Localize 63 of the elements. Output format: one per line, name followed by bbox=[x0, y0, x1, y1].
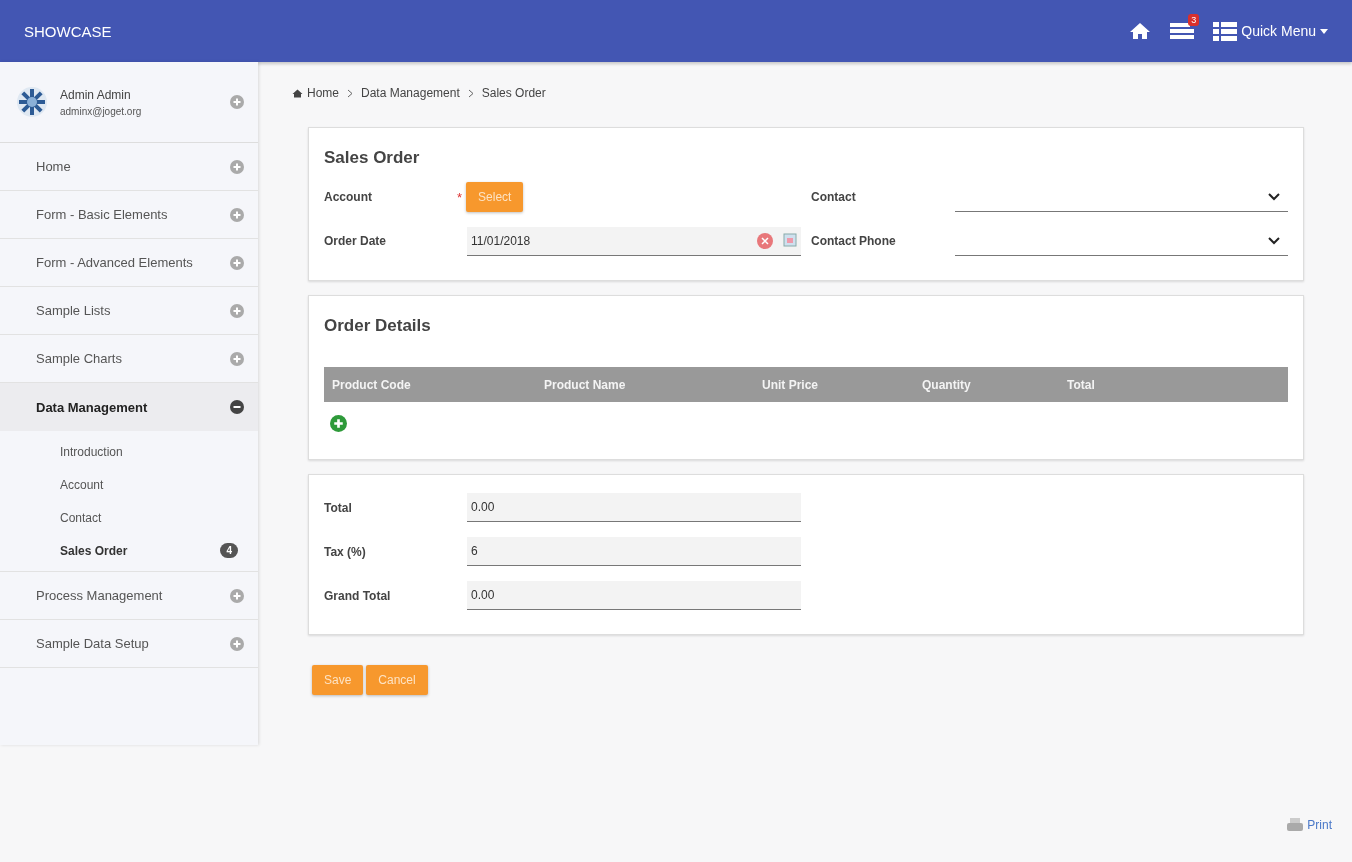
number-field[interactable]: 0.00 bbox=[467, 581, 801, 610]
user-name: Admin Admin bbox=[60, 87, 132, 102]
field-label: Contact Phone bbox=[811, 234, 896, 248]
caret-icon bbox=[1320, 28, 1328, 34]
notification-badge: 3 bbox=[1188, 14, 1200, 26]
home-icon bbox=[292, 88, 303, 98]
chevron-icon bbox=[347, 88, 353, 98]
collapse-icon[interactable] bbox=[230, 400, 244, 414]
sidebar-item[interactable]: Form - Advanced Elements bbox=[0, 239, 258, 287]
user-email: adminx@joget.org bbox=[60, 105, 143, 117]
quick-menu-button[interactable]: Quick Menu bbox=[1213, 21, 1328, 41]
add-row-icon[interactable] bbox=[330, 415, 347, 432]
printer-icon bbox=[1287, 818, 1304, 832]
breadcrumb-link[interactable]: Sales Order bbox=[481, 86, 546, 100]
field-label: Grand Total bbox=[324, 588, 391, 603]
expand-icon[interactable] bbox=[230, 95, 244, 109]
column-header: Unit Price bbox=[762, 377, 819, 392]
section-title: Sales Order bbox=[324, 148, 421, 168]
home-icon[interactable] bbox=[1129, 22, 1152, 40]
sidebar-item[interactable]: Form - Basic Elements bbox=[0, 191, 258, 239]
column-header: Quantity bbox=[922, 377, 972, 392]
column-header: Total bbox=[1067, 377, 1096, 392]
expand-icon[interactable] bbox=[230, 588, 244, 603]
expand-icon[interactable] bbox=[230, 159, 244, 174]
avatar-icon bbox=[16, 86, 48, 118]
date-field[interactable]: 11/01/2018 bbox=[467, 226, 801, 256]
expand-icon[interactable] bbox=[230, 351, 244, 366]
expand-icon[interactable] bbox=[230, 636, 244, 651]
number-field[interactable]: 0.00 bbox=[467, 493, 801, 522]
breadcrumb-link[interactable]: Home bbox=[307, 86, 339, 100]
inbox-icon[interactable] bbox=[1169, 21, 1196, 41]
field-label: Contact bbox=[811, 190, 856, 204]
expand-icon[interactable] bbox=[230, 303, 244, 318]
chevron-icon bbox=[467, 88, 474, 98]
field-label: Account bbox=[324, 190, 372, 204]
field-label: Tax (%) bbox=[324, 544, 366, 559]
sidebar-item[interactable]: Process Management bbox=[0, 572, 258, 620]
clear-icon[interactable] bbox=[757, 232, 773, 249]
sidebar-subitem[interactable]: Sales Order 4 bbox=[0, 534, 258, 567]
app-title: SHOWCASE bbox=[24, 22, 113, 40]
sidebar-subitem[interactable]: Account bbox=[0, 468, 258, 501]
field-label: Total bbox=[324, 500, 352, 515]
expand-icon[interactable] bbox=[230, 207, 244, 222]
count-badge: 4 bbox=[220, 543, 238, 558]
column-header: Product Name bbox=[544, 377, 627, 392]
sidebar-item[interactable]: Data Management bbox=[0, 383, 258, 431]
breadcrumb-link[interactable]: Data Management bbox=[361, 86, 460, 100]
sidebar-subitem[interactable]: Introduction bbox=[0, 435, 258, 468]
sidebar-subitem[interactable]: Contact bbox=[0, 501, 258, 534]
column-header: Product Code bbox=[332, 377, 412, 392]
sidebar-item[interactable]: Home bbox=[0, 143, 258, 191]
section-title: Order Details bbox=[324, 316, 432, 336]
expand-icon[interactable] bbox=[230, 255, 244, 270]
sidebar-item[interactable]: Sample Data Setup bbox=[0, 620, 258, 668]
calendar-icon[interactable] bbox=[783, 232, 797, 247]
number-field[interactable]: 6 bbox=[467, 537, 801, 566]
sidebar-item[interactable]: Sample Lists bbox=[0, 287, 258, 335]
chevron-icon bbox=[1268, 236, 1280, 245]
chevron-icon bbox=[1268, 192, 1280, 201]
field-label: Order Date bbox=[324, 234, 387, 248]
print-link[interactable]: Print bbox=[1287, 818, 1332, 832]
required-mark: * bbox=[457, 189, 463, 205]
list-icon bbox=[1213, 21, 1238, 41]
